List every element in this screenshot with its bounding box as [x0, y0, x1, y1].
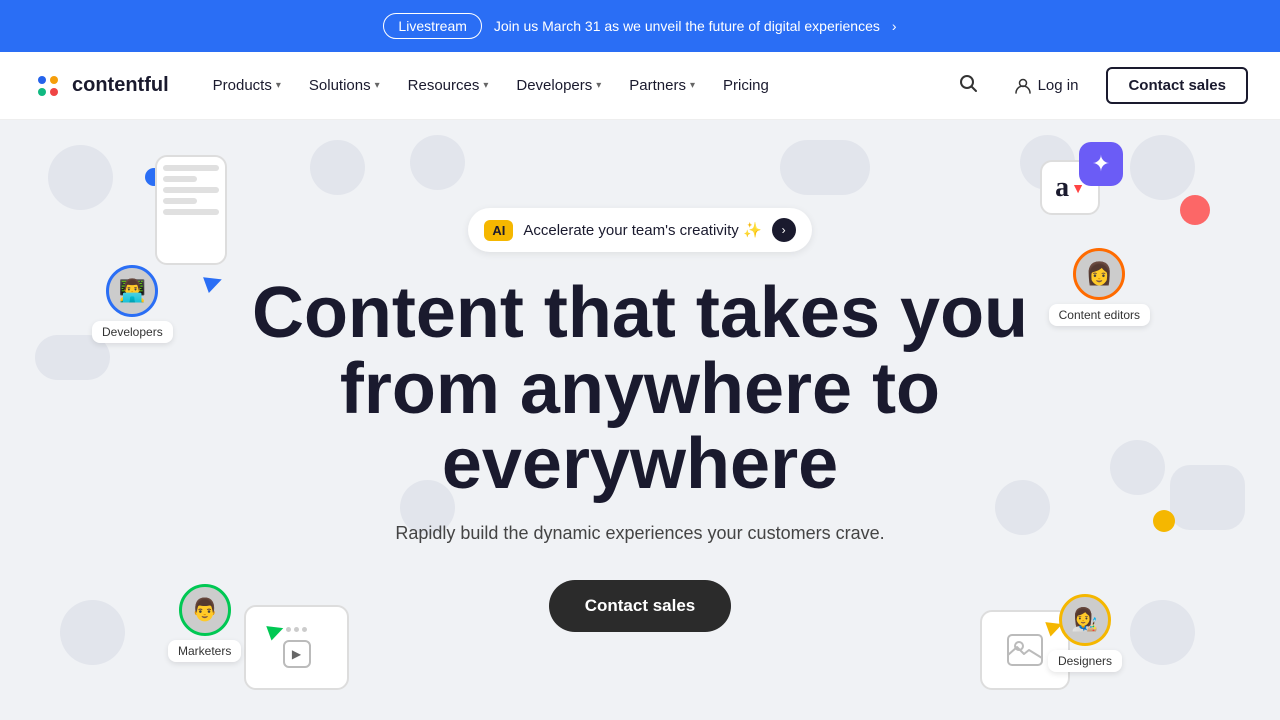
logo[interactable]: contentful [32, 70, 169, 102]
bg-shape-15 [1110, 440, 1165, 495]
developer-avatar: 👨‍💻 [106, 265, 158, 317]
bg-shape-1 [48, 145, 113, 210]
content-editor-avatar: 👩 [1073, 248, 1125, 300]
chevron-down-icon: ▾ [596, 80, 601, 91]
top-banner: Livestream Join us March 31 as we unveil… [0, 0, 1280, 52]
phone-line [163, 187, 219, 193]
ai-arrow-icon: › [772, 218, 796, 242]
ai-badge: AI [484, 220, 513, 241]
phone-line [163, 198, 197, 204]
image-icon [1006, 633, 1044, 667]
persona-content-editors: 👩 Content editors [1049, 248, 1150, 326]
bg-shape-8 [1180, 195, 1210, 225]
bg-shape-4 [410, 135, 465, 190]
chevron-down-icon: ▾ [375, 80, 380, 91]
bg-shape-22 [1130, 600, 1195, 665]
nav-item-solutions[interactable]: Solutions ▾ [297, 69, 392, 102]
video-mockup-card: ▶ [244, 605, 349, 690]
chevron-down-icon: ▾ [276, 80, 281, 91]
search-icon [958, 73, 978, 93]
search-button[interactable] [950, 65, 986, 106]
bg-shape-17 [60, 600, 125, 665]
nav-item-developers[interactable]: Developers ▾ [504, 69, 613, 102]
designer-avatar: 👩‍🎨 [1059, 594, 1111, 646]
logo-label: contentful [72, 74, 169, 97]
marketer-avatar: 👨 [179, 584, 231, 636]
hero-section: ▶ 👨‍💻 Developers a ▼ ✦ 👩 Content editors… [0, 120, 1280, 720]
marketer-label: Marketers [168, 640, 241, 662]
content-editor-label: Content editors [1049, 304, 1150, 326]
hero-cta-button[interactable]: Contact sales [549, 580, 732, 632]
logo-icon [32, 70, 64, 102]
nav-item-partners[interactable]: Partners ▾ [617, 69, 707, 102]
play-button-icon: ▶ [283, 640, 311, 668]
nav-item-products[interactable]: Products ▾ [201, 69, 293, 102]
livestream-button[interactable]: Livestream [383, 13, 481, 39]
video-dot [302, 627, 307, 632]
phone-line [163, 176, 197, 182]
bg-shape-16 [1153, 510, 1175, 532]
nav-item-pricing[interactable]: Pricing [711, 69, 781, 102]
bg-shape-14 [1170, 465, 1245, 530]
banner-arrow: › [892, 18, 897, 34]
designer-label: Designers [1048, 650, 1122, 672]
video-dots [286, 627, 307, 632]
cursor-blue-icon: ▶ [201, 266, 226, 296]
nav-actions: Log in Contact sales [950, 65, 1248, 106]
developer-label: Developers [92, 321, 173, 343]
bg-shape-7 [1130, 135, 1195, 200]
contact-sales-button[interactable]: Contact sales [1106, 67, 1248, 104]
login-button[interactable]: Log in [1002, 69, 1091, 103]
navbar: contentful Products ▾ Solutions ▾ Resour… [0, 52, 1280, 120]
letter-a: a [1055, 172, 1069, 204]
banner-text: Join us March 31 as we unveil the future… [494, 18, 880, 34]
ai-pill[interactable]: AI Accelerate your team's creativity ✨ › [468, 208, 811, 252]
bg-shape-5 [780, 140, 870, 195]
ai-pill-text: Accelerate your team's creativity ✨ [523, 221, 761, 239]
user-icon [1014, 77, 1032, 95]
nav-links: Products ▾ Solutions ▾ Resources ▾ Devel… [201, 69, 950, 102]
chevron-down-icon: ▾ [690, 80, 695, 91]
persona-developers: 👨‍💻 Developers [92, 265, 173, 343]
sparkle-card: ✦ [1079, 142, 1123, 186]
bg-shape-3 [310, 140, 365, 195]
phone-line [163, 209, 219, 215]
phone-line [163, 165, 219, 171]
hero-title: Content that takes you from anywhere to … [252, 276, 1028, 503]
chevron-down-icon: ▾ [483, 80, 488, 91]
persona-marketers: 👨 Marketers [168, 584, 241, 662]
video-dot [294, 627, 299, 632]
hero-subtitle: Rapidly build the dynamic experiences yo… [395, 523, 884, 544]
phone-mockup-card [155, 155, 227, 265]
video-dot [286, 627, 291, 632]
nav-item-resources[interactable]: Resources ▾ [396, 69, 501, 102]
